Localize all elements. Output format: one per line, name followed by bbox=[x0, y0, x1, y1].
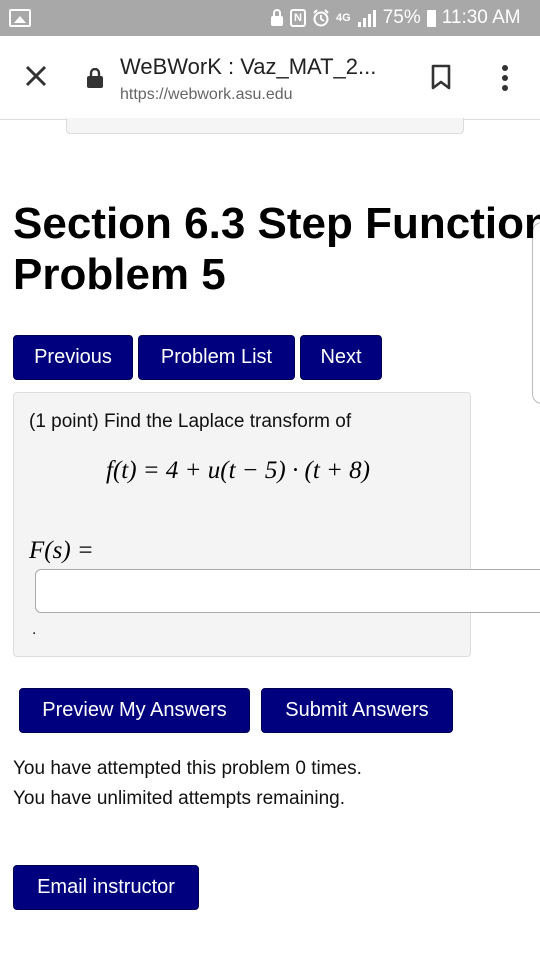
status-icons: N 4G 75% 11:30 AM bbox=[270, 7, 521, 28]
answer-label: F(s) = bbox=[29, 537, 94, 565]
next-button[interactable]: Next bbox=[300, 335, 382, 380]
bookmark-icon[interactable] bbox=[430, 64, 452, 90]
page-title: Section 6.3 Step Functions Problem 5 bbox=[13, 198, 540, 300]
answer-input[interactable] bbox=[35, 569, 540, 613]
close-icon[interactable] bbox=[22, 62, 50, 90]
gallery-notification-icon bbox=[9, 9, 31, 27]
submit-answers-button[interactable]: Submit Answers bbox=[261, 688, 453, 733]
battery-percent: 75% bbox=[382, 7, 421, 28]
collapsed-panel bbox=[66, 118, 464, 134]
lock-icon bbox=[87, 68, 103, 88]
page-title-line1: Section 6.3 Step Functions bbox=[13, 199, 540, 248]
signal-icon bbox=[357, 10, 376, 27]
attempts-remaining: You have unlimited attempts remaining. bbox=[13, 788, 345, 809]
problem-panel: (1 point) Find the Laplace transform of … bbox=[13, 392, 540, 657]
attempts-count: You have attempted this problem 0 times. bbox=[13, 758, 362, 779]
network-type: 4G bbox=[336, 12, 351, 24]
lock-screen-icon bbox=[271, 9, 283, 26]
clock: 11:30 AM bbox=[441, 7, 521, 28]
previous-button[interactable]: Previous bbox=[13, 335, 133, 380]
preview-answers-button[interactable]: Preview My Answers bbox=[19, 688, 250, 733]
problem-list-button[interactable]: Problem List bbox=[138, 335, 295, 380]
browser-page-title[interactable]: WeBWorK : Vaz_MAT_2... bbox=[120, 54, 376, 80]
nfc-icon: N bbox=[290, 9, 306, 27]
problem-formula: f(t) = 4 + u(t − 5) · (t + 8) bbox=[106, 457, 370, 485]
status-bar: N 4G 75% 11:30 AM bbox=[0, 0, 540, 36]
overflow-menu-icon[interactable] bbox=[500, 64, 510, 92]
battery-icon bbox=[426, 9, 436, 27]
trailing-period: . bbox=[32, 621, 37, 638]
alarm-icon bbox=[313, 9, 329, 27]
problem-statement: (1 point) Find the Laplace transform of bbox=[29, 411, 352, 432]
browser-toolbar: WeBWorK : Vaz_MAT_2... https://webwork.a… bbox=[0, 36, 540, 120]
formula-text: f(t) = 4 + u(t − 5) · (t + 8) bbox=[106, 457, 370, 484]
browser-url[interactable]: https://webwork.asu.edu bbox=[120, 86, 293, 104]
page-title-line2: Problem 5 bbox=[13, 250, 226, 299]
answer-label-text: F(s) = bbox=[29, 537, 94, 564]
email-instructor-button[interactable]: Email instructor bbox=[13, 865, 199, 910]
